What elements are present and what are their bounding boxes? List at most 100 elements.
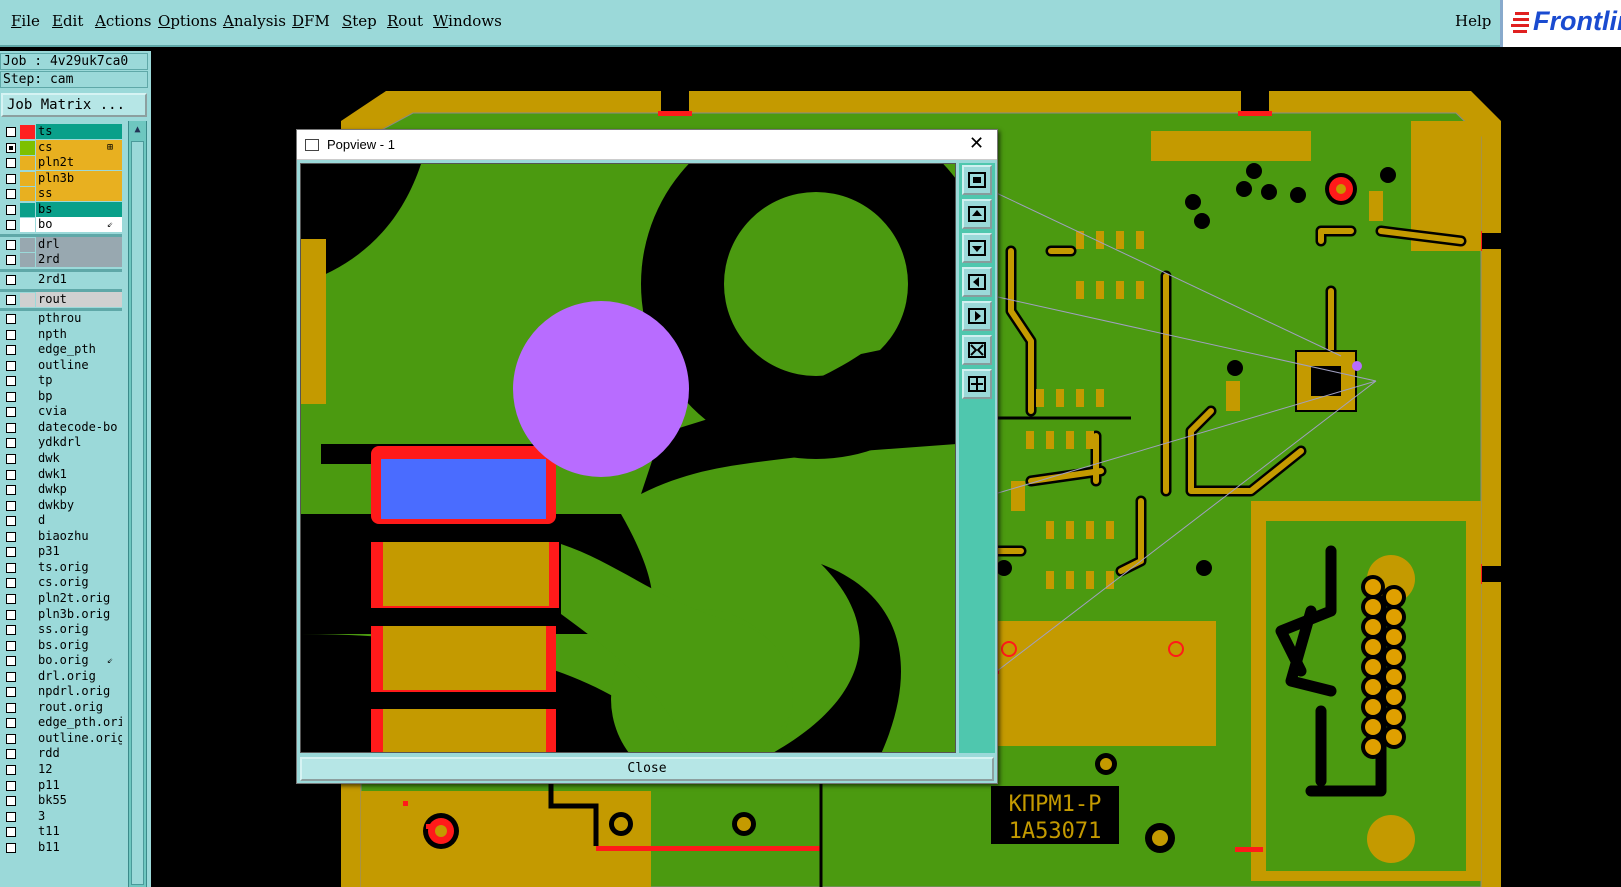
layer-row[interactable]: ss.orig — [0, 622, 122, 638]
layer-row[interactable]: bk55 — [0, 793, 122, 809]
layer-row[interactable]: 2rd1 — [0, 271, 122, 288]
layer-row[interactable]: rout — [0, 291, 122, 308]
layer-checkbox[interactable] — [6, 733, 16, 744]
layer-color-swatch[interactable] — [20, 452, 35, 466]
layer-row[interactable]: cs.orig — [0, 575, 122, 591]
menu-windows[interactable]: Windows — [433, 12, 502, 30]
layer-row[interactable]: dwkp — [0, 482, 122, 498]
layer-row[interactable]: d — [0, 513, 122, 529]
layer-checkbox[interactable] — [6, 142, 16, 153]
layer-color-swatch[interactable] — [20, 700, 35, 715]
layer-checkbox[interactable] — [6, 173, 16, 184]
layer-color-swatch[interactable] — [20, 591, 35, 606]
layer-checkbox[interactable] — [6, 578, 16, 589]
layer-checkbox[interactable] — [6, 827, 16, 838]
layer-row[interactable]: biaozhu — [0, 528, 122, 545]
layer-row[interactable]: ss — [0, 186, 122, 202]
layer-row[interactable]: p11 — [0, 777, 122, 794]
layer-row[interactable]: dwkby — [0, 497, 122, 514]
layer-color-swatch[interactable] — [20, 140, 35, 155]
layer-checkbox[interactable] — [6, 376, 16, 387]
layer-checkbox[interactable] — [6, 796, 16, 807]
zoom-out-button[interactable] — [962, 335, 992, 365]
layer-checkbox[interactable] — [6, 454, 16, 464]
layer-color-swatch[interactable] — [20, 576, 35, 591]
layer-checkbox[interactable] — [6, 422, 16, 433]
layer-checkbox[interactable] — [6, 220, 16, 231]
layer-checkbox[interactable] — [6, 438, 16, 449]
layer-row[interactable]: edge_pth — [0, 342, 122, 358]
layer-color-swatch[interactable] — [20, 125, 35, 139]
layer-row[interactable]: tp — [0, 373, 122, 389]
layer-color-swatch[interactable] — [20, 187, 35, 202]
pan-up-button[interactable] — [962, 199, 992, 229]
menu-dfm[interactable]: DFM — [292, 12, 330, 30]
layer-checkbox[interactable] — [6, 531, 16, 542]
layer-color-swatch[interactable] — [20, 171, 35, 186]
layer-row[interactable]: rdd — [0, 746, 122, 762]
layer-checkbox[interactable] — [6, 204, 16, 215]
layer-color-swatch[interactable] — [20, 202, 35, 217]
layer-color-swatch[interactable] — [20, 420, 35, 435]
menu-rout[interactable]: Rout — [387, 12, 423, 30]
layer-color-swatch[interactable] — [20, 654, 35, 669]
layer-color-swatch[interactable] — [20, 778, 35, 793]
layer-row[interactable]: 12 — [0, 762, 122, 778]
layer-color-swatch[interactable] — [20, 272, 35, 287]
layer-row[interactable]: t11 — [0, 824, 122, 840]
layer-row[interactable]: pln2t — [0, 155, 122, 171]
layer-color-swatch[interactable] — [20, 343, 35, 358]
layer-color-swatch[interactable] — [20, 467, 35, 482]
layer-checkbox[interactable] — [6, 842, 16, 853]
layer-row[interactable]: dwk1 — [0, 466, 122, 483]
layer-row[interactable]: ydkdrl — [0, 435, 122, 451]
layer-row[interactable]: npdrl.orig — [0, 684, 122, 700]
layer-color-swatch[interactable] — [20, 685, 35, 700]
layer-checkbox[interactable] — [6, 239, 16, 250]
layer-row[interactable]: pln2t.orig — [0, 590, 122, 607]
layer-row[interactable]: rout.orig — [0, 699, 122, 716]
layer-color-swatch[interactable] — [20, 498, 35, 513]
layer-row[interactable]: bs.orig — [0, 637, 122, 654]
layer-row[interactable]: cs ⊞ — [0, 139, 122, 156]
layer-color-swatch[interactable] — [20, 716, 35, 731]
layer-checkbox[interactable] — [6, 656, 16, 667]
layer-color-swatch[interactable] — [20, 483, 35, 498]
layer-checkbox[interactable] — [6, 189, 16, 200]
layer-color-swatch[interactable] — [20, 312, 35, 327]
menu-file[interactable]: File — [11, 12, 40, 30]
layer-row[interactable]: ts — [0, 124, 122, 140]
layer-row[interactable]: drl — [0, 236, 122, 253]
layer-row[interactable]: pln3b.orig — [0, 606, 122, 623]
layer-checkbox[interactable] — [6, 811, 16, 822]
layer-color-swatch[interactable] — [20, 156, 35, 171]
layer-color-swatch[interactable] — [20, 840, 35, 855]
layer-checkbox[interactable] — [6, 469, 16, 480]
layer-checkbox[interactable] — [6, 274, 16, 285]
layer-row[interactable]: bo ⇙ — [0, 217, 122, 233]
layer-checkbox[interactable] — [6, 687, 16, 698]
layer-checkbox[interactable] — [6, 329, 16, 340]
menu-step[interactable]: Step — [342, 12, 377, 30]
layer-checkbox[interactable] — [6, 485, 16, 496]
layer-checkbox[interactable] — [6, 345, 16, 356]
layer-row[interactable]: pthrou — [0, 311, 122, 327]
layer-row[interactable]: bo.orig ⇙ — [0, 653, 122, 669]
layer-checkbox[interactable] — [6, 360, 16, 371]
layer-row[interactable]: 3 — [0, 808, 122, 825]
layer-color-swatch[interactable] — [20, 731, 35, 746]
layer-row[interactable]: drl.orig — [0, 668, 122, 685]
layer-checkbox[interactable] — [6, 407, 16, 418]
pan-down-button[interactable] — [962, 233, 992, 263]
layer-color-swatch[interactable] — [20, 436, 35, 451]
layer-color-swatch[interactable] — [20, 389, 35, 404]
layer-checkbox[interactable] — [6, 593, 16, 604]
layer-color-swatch[interactable] — [20, 545, 35, 560]
popview-close-button[interactable]: Close — [300, 757, 994, 781]
layer-checkbox[interactable] — [6, 702, 16, 713]
layer-color-swatch[interactable] — [20, 292, 35, 307]
layer-checkbox[interactable] — [6, 314, 16, 325]
layer-color-swatch[interactable] — [20, 747, 35, 762]
layer-checkbox[interactable] — [6, 780, 16, 791]
pan-left-button[interactable] — [962, 267, 992, 297]
